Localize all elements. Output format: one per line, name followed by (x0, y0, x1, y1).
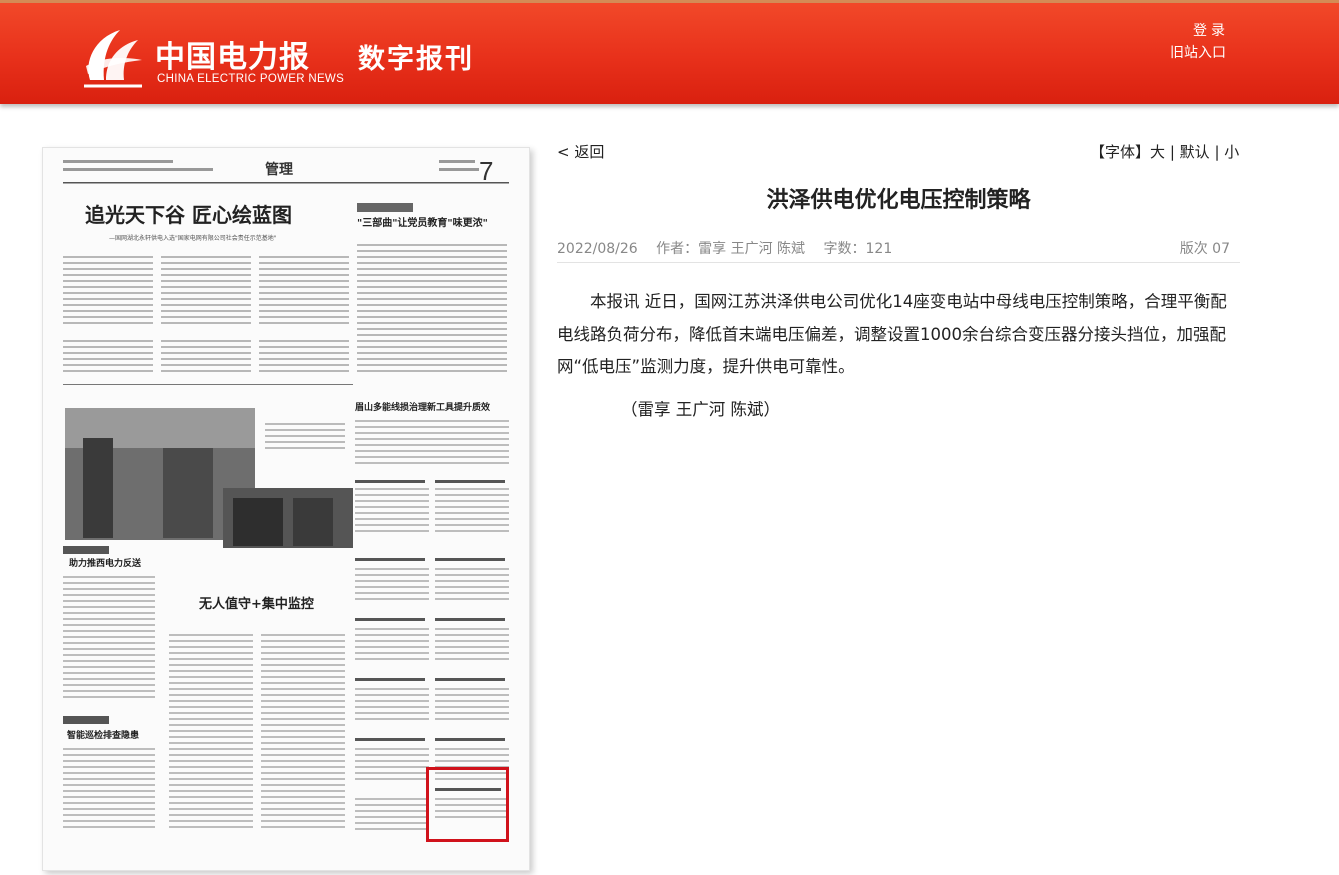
site-header: 中国电力报 CHINA ELECTRIC POWER NEWS 数字报刊 登录 … (0, 0, 1339, 104)
font-size-default-option[interactable]: 默认 (1180, 143, 1210, 161)
paper-right-headline-2: 眉山多能线损治理新工具提升质效 (355, 401, 491, 413)
header-top-line (0, 0, 1339, 3)
back-link[interactable]: < 返回 (557, 141, 604, 162)
paper-main-headline: 追光天下谷 匠心绘蓝图 (85, 203, 292, 227)
article-highlight-box[interactable] (426, 767, 509, 842)
font-size-separator: | (1169, 143, 1175, 161)
old-site-link[interactable]: 旧站入口 (1170, 42, 1226, 62)
paper-mid-headline: 无人值守+集中监控 (198, 596, 314, 612)
paper-page-number: 7 (479, 156, 493, 186)
font-size-separator: | (1214, 143, 1220, 161)
section-title: 数字报刊 (358, 44, 474, 75)
newspaper-page-image[interactable]: 管理 7 追光天下谷 匠心绘蓝图 —国网湖北永轩供电入选"国家电网有限公司社会责… (42, 147, 530, 871)
article-meta: 2022/08/26 作者：雷享 王广河 陈斌 字数：121 版次 07 (557, 238, 1240, 262)
login-link[interactable]: 登录 (1193, 20, 1229, 40)
article-date: 2022/08/26 (557, 241, 638, 257)
logo-icon[interactable] (80, 22, 146, 92)
word-count-label: 字数： (823, 241, 866, 257)
meta-divider (557, 262, 1240, 263)
word-count: 121 (865, 241, 893, 257)
paper-main-subhead: —国网湖北永轩供电入选"国家电网有限公司社会责任示范基地" (109, 234, 277, 242)
paper-left-headline-1: 助力推西电力反送 (69, 557, 142, 569)
font-size-control: 【字体】大 | 默认 | 小 (1090, 141, 1239, 162)
paper-right-headline: "三部曲"让党员教育"味更浓" (357, 216, 488, 229)
font-size-label: 【字体】 (1090, 143, 1151, 161)
font-size-small-option[interactable]: 小 (1224, 143, 1239, 161)
newspaper-page-thumbnail: 管理 7 追光天下谷 匠心绘蓝图 —国网湖北永轩供电入选"国家电网有限公司社会责… (43, 148, 529, 870)
font-size-large-option[interactable]: 大 (1150, 143, 1165, 161)
brand-english-name: CHINA ELECTRIC POWER NEWS (157, 73, 345, 85)
brand-name: 中国电力报 (155, 40, 310, 75)
paper-left-headline-2: 智能巡检排查隐患 (67, 729, 139, 741)
article-body: 本报讯 近日，国网江苏洪泽供电公司优化14座变电站中母线电压控制策略，合理平衡配… (557, 292, 1227, 376)
article-authors: 雷享 王广河 陈斌 (698, 241, 806, 257)
edition-number: 版次 07 (1179, 241, 1230, 257)
paper-page-title: 管理 (265, 161, 293, 178)
article-title: 洪泽供电优化电压控制策略 (766, 188, 1031, 213)
article-byline: （雷享 王广河 陈斌） (621, 400, 780, 419)
author-label: 作者： (656, 241, 699, 257)
